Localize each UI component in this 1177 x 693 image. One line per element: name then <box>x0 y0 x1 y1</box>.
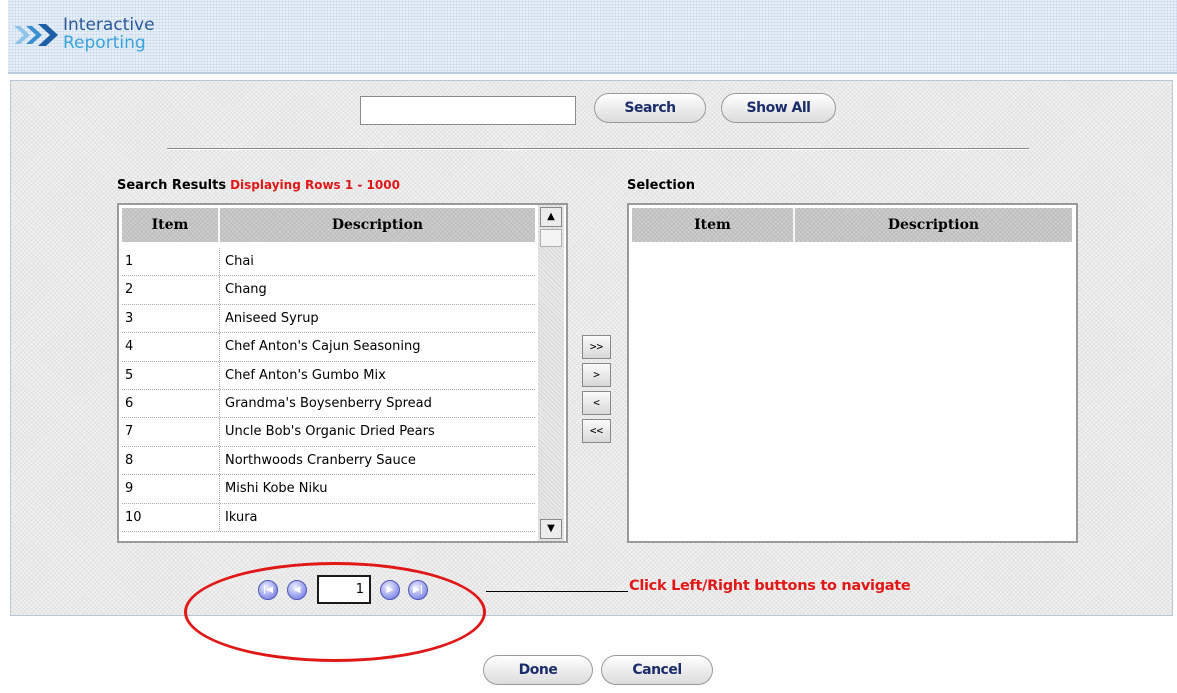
move-left-button[interactable]: < <box>582 391 611 415</box>
results-rows: 1 Chai 2 Chang 3 Aniseed Syrup 4 Chef Anton'… <box>122 248 535 532</box>
row-description: Northwoods Cranberry Sauce <box>225 452 416 468</box>
selection-column-header-item[interactable]: Item <box>632 208 795 242</box>
row-item: 5 <box>122 361 220 389</box>
selection-grid[interactable]: Item Description <box>627 203 1078 543</box>
results-label: Search Results Displaying Rows 1 - 1000 <box>117 178 400 193</box>
move-all-left-button[interactable]: << <box>582 419 611 443</box>
search-button[interactable]: Search <box>594 93 706 123</box>
row-item: 1 <box>122 248 220 276</box>
row-description: Mishi Kobe Niku <box>225 481 328 497</box>
row-description: Aniseed Syrup <box>225 310 319 326</box>
row-item: 7 <box>122 418 220 446</box>
row-item: 9 <box>122 475 220 503</box>
table-row[interactable]: 2 Chang <box>122 276 535 305</box>
table-row[interactable]: 7 Uncle Bob's Organic Dried Pears <box>122 418 535 447</box>
results-header-row: Item Description <box>122 208 535 242</box>
table-row[interactable]: 5 Chef Anton's Gumbo Mix <box>122 361 535 390</box>
move-all-right-button[interactable]: >> <box>582 335 611 359</box>
search-input[interactable] <box>360 96 576 125</box>
row-description: Chai <box>225 254 254 269</box>
results-count: Displaying Rows 1 - 1000 <box>230 178 400 192</box>
results-title: Search Results <box>117 178 227 193</box>
callout-line <box>486 591 628 592</box>
table-row[interactable]: 1 Chai <box>122 248 535 277</box>
logo: Interactive Reporting <box>63 16 155 52</box>
row-item: 3 <box>122 304 220 333</box>
table-row[interactable]: 10 Ikura <box>122 503 535 532</box>
row-item: 10 <box>122 503 220 531</box>
selection-label: Selection <box>627 178 696 193</box>
scroll-down-arrow-icon[interactable]: ▼ <box>540 519 562 539</box>
row-description: Chef Anton's Cajun Seasoning <box>225 339 421 355</box>
move-right-button[interactable]: > <box>582 363 611 387</box>
table-row[interactable]: 4 Chef Anton's Cajun Seasoning <box>122 333 535 362</box>
row-description: Grandma's Boysenberry Spread <box>225 395 432 411</box>
row-description: Chef Anton's Gumbo Mix <box>225 367 386 383</box>
show-all-button[interactable]: Show All <box>721 93 836 123</box>
row-description: Uncle Bob's Organic Dried Pears <box>225 424 435 440</box>
row-item: 6 <box>122 389 220 418</box>
navigation-callout: Click Left/Right buttons to navigate <box>629 578 911 594</box>
double-chevron-arrow-icon <box>14 24 58 46</box>
main-panel: Search Show All Search Results Displaying… <box>10 80 1173 616</box>
pager-highlight-ellipse <box>184 562 486 662</box>
done-button[interactable]: Done <box>483 655 593 685</box>
column-header-item[interactable]: Item <box>122 208 220 242</box>
scroll-up-arrow-icon[interactable]: ▲ <box>540 207 562 227</box>
column-header-description[interactable]: Description <box>220 208 535 242</box>
results-scrollbar[interactable]: ▲ ▼ <box>538 205 564 541</box>
table-row[interactable]: 3 Aniseed Syrup <box>122 304 535 334</box>
table-row[interactable]: 9 Mishi Kobe Niku <box>122 475 535 504</box>
row-item: 2 <box>122 276 220 304</box>
selection-column-header-description[interactable]: Description <box>795 208 1072 242</box>
table-row[interactable]: 8 Northwoods Cranberry Sauce <box>122 446 535 476</box>
logo-line-1: Interactive <box>63 15 155 35</box>
table-row[interactable]: 6 Grandma's Boysenberry Spread <box>122 389 535 419</box>
logo-line-2: Reporting <box>63 33 146 53</box>
row-description: Chang <box>225 282 267 298</box>
row-item: 8 <box>122 446 220 475</box>
cancel-button[interactable]: Cancel <box>601 655 713 685</box>
row-item: 4 <box>122 333 220 361</box>
results-grid: Item Description 1 Chai 2 Chang 3 Aniseed S… <box>117 203 568 543</box>
header-bar: Interactive Reporting <box>8 0 1177 74</box>
scroll-thumb[interactable] <box>540 229 562 247</box>
selection-header-row: Item Description <box>632 208 1072 242</box>
divider <box>167 148 1029 150</box>
row-description: Ikura <box>225 509 258 525</box>
